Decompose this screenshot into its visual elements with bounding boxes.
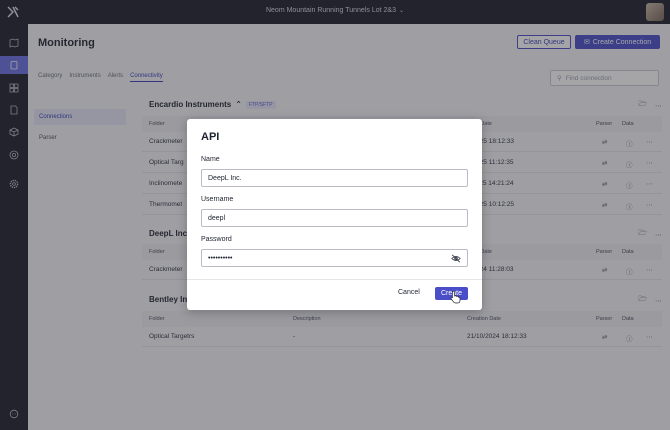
name-value: DeepL Inc. [208,174,242,182]
password-field[interactable]: •••••••••• [201,249,468,267]
eye-off-icon[interactable] [451,254,461,263]
dialog-divider [187,279,482,280]
username-field[interactable]: deepl [201,209,468,227]
password-label: Password [201,236,232,243]
password-value: •••••••••• [208,254,233,262]
dialog-title: API [201,131,220,143]
username-label: Username [201,196,234,203]
cancel-button[interactable]: Cancel [398,289,420,296]
username-value: deepl [208,214,226,222]
hand-cursor-icon [450,290,461,304]
name-label: Name [201,156,220,163]
name-field[interactable]: DeepL Inc. [201,169,468,187]
api-dialog: API Name DeepL Inc. Username deepl Passw… [187,119,482,310]
